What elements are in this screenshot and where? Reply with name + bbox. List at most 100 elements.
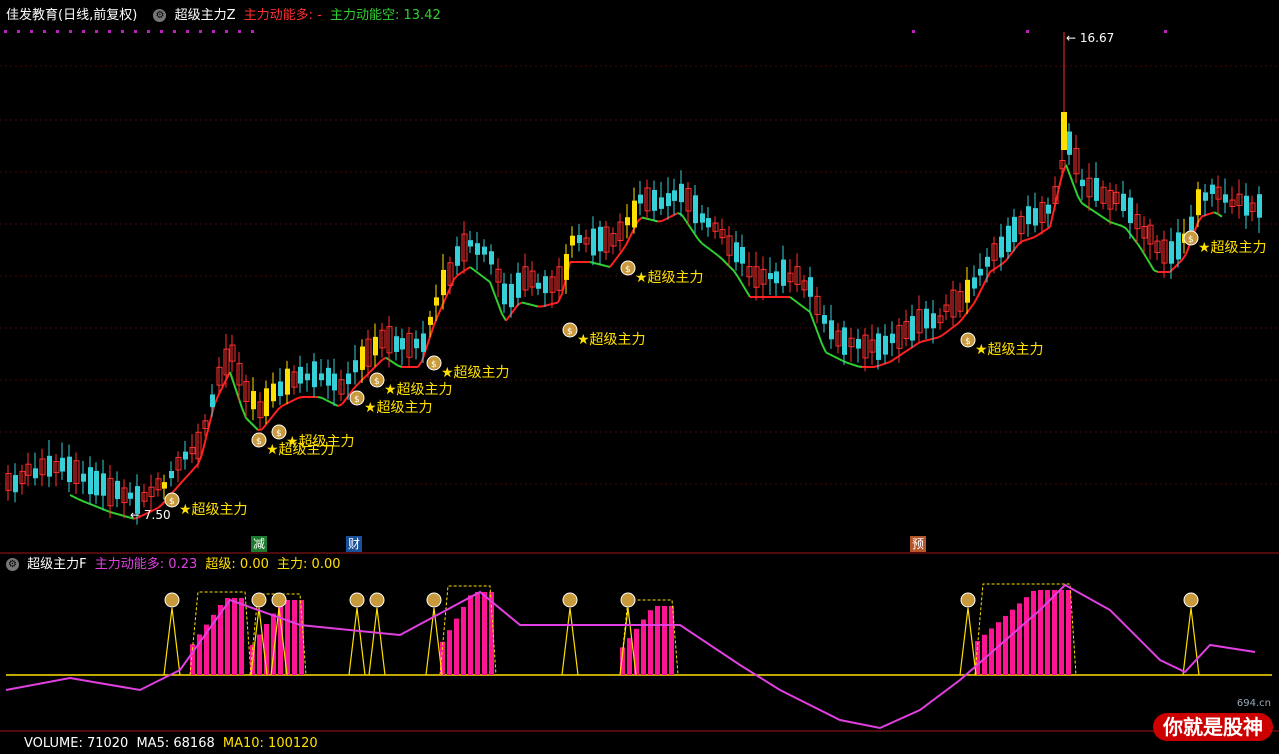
trend-line-segment <box>1001 259 1007 265</box>
candle-body <box>890 333 895 344</box>
candle-body <box>332 373 337 391</box>
trend-line-segment <box>801 305 807 310</box>
trend-line-segment <box>1153 269 1159 273</box>
sub-settings-icon[interactable]: ⚙ <box>6 558 19 571</box>
candle-body <box>883 335 888 355</box>
trend-line-segment <box>745 289 751 298</box>
candle-body <box>475 243 480 255</box>
candle-body <box>774 271 779 284</box>
trend-line-segment <box>109 511 115 515</box>
trend-line-segment <box>729 266 735 272</box>
trend-line-segment <box>645 217 651 221</box>
signal-spike <box>348 607 366 676</box>
candle-body <box>1196 189 1201 216</box>
trend-line-segment <box>489 281 495 294</box>
trend-line-segment <box>97 506 103 510</box>
marker-dot <box>69 30 72 33</box>
trend-line-segment <box>953 322 959 328</box>
trend-line-segment <box>849 362 855 366</box>
signal-label: ★超级主力 <box>975 342 1044 358</box>
trend-line-segment <box>457 271 463 276</box>
trend-line-segment <box>381 356 387 361</box>
marker-dot <box>160 30 163 33</box>
money-bag-icon <box>426 592 442 608</box>
ma5-label: MA5: <box>136 736 170 751</box>
trend-line-segment <box>173 485 179 492</box>
candle-body <box>33 468 38 479</box>
candle-body <box>740 247 745 264</box>
trend-line-segment <box>689 226 695 234</box>
money-bag-icon <box>960 592 976 608</box>
trend-line-segment <box>833 355 839 360</box>
trend-line-segment <box>641 216 647 220</box>
watermark-url: 694.cn <box>1236 698 1271 709</box>
trend-line-segment <box>505 314 511 322</box>
marker-dot <box>1164 30 1167 33</box>
candle-body <box>285 368 290 395</box>
candle-body <box>536 282 541 289</box>
trend-line-segment <box>93 504 99 509</box>
momentum-bar <box>1010 609 1015 675</box>
candle-body <box>706 218 711 228</box>
trend-line-segment <box>969 302 975 310</box>
candle-body <box>183 451 188 460</box>
trend-line-segment <box>517 301 523 306</box>
forecast-event-tag[interactable]: 预 <box>910 536 927 552</box>
candle-body <box>1128 197 1133 224</box>
trend-line-segment <box>669 214 675 218</box>
marker-dot <box>134 30 137 33</box>
chart-canvas[interactable]: ← 16.67← 7.50$ ★超级主力$ ★超级主力$ ★超级主力$ ★超级主力$ ★超… <box>0 0 1279 743</box>
volume-header: VOLUME: 71020 MA5: 68168 MA10: 100120 <box>0 734 322 754</box>
finance-event-tag[interactable]: 财 <box>346 536 363 552</box>
trend-line-segment <box>1073 185 1079 198</box>
trend-line-segment <box>1025 237 1031 241</box>
candle-body <box>693 195 698 224</box>
momentum-bar <box>292 600 297 675</box>
trend-line-segment <box>273 408 279 416</box>
candle-body <box>421 333 426 352</box>
main-chart-header: 佳发教育(日线,前复权) ⚙ 超级主力Z 主力动能多: - 主力动能空: 13.… <box>0 6 445 26</box>
momentum-bar <box>1059 590 1064 675</box>
money-bag-icon-glyph: $ <box>374 377 380 387</box>
trend-line-segment <box>853 364 859 368</box>
stock-title[interactable]: 佳发教育(日线,前复权) <box>6 8 137 23</box>
trend-line-segment <box>357 379 363 385</box>
money-bag-icon-glyph: $ <box>1188 235 1194 245</box>
reduce-event-tag[interactable]: 减 <box>251 536 268 552</box>
candle-body <box>638 194 643 204</box>
trend-line-segment <box>113 512 119 516</box>
candle-body <box>924 308 929 329</box>
settings-icon[interactable]: ⚙ <box>153 9 167 22</box>
candle-body <box>1121 193 1126 211</box>
trend-line-segment <box>265 418 271 426</box>
candle-body <box>734 242 739 263</box>
candle-body <box>128 492 133 499</box>
candle-body <box>60 457 65 472</box>
momentum-bar <box>655 606 660 675</box>
trend-line-segment <box>325 399 331 403</box>
marker-dot <box>121 30 124 33</box>
momentum-bar <box>232 598 237 675</box>
sub-long-label: 主力动能多: <box>94 557 165 572</box>
sub-super-value: 0.00 <box>239 557 269 572</box>
candle-body <box>1094 177 1099 201</box>
candle-body <box>271 383 276 402</box>
money-bag-icon-glyph: $ <box>256 437 262 447</box>
marker-dot <box>251 30 254 33</box>
trend-line-segment <box>945 328 951 334</box>
sub-chart-header: ⚙ 超级主力F 主力动能多: 0.23 超级: 0.00 主力: 0.00 <box>0 555 345 575</box>
trend-line-segment <box>829 353 835 358</box>
trend-line-segment <box>973 295 979 304</box>
indicator-name[interactable]: 超级主力Z <box>175 8 236 23</box>
ma5-value: 68168 <box>173 736 215 751</box>
sub-indicator-name[interactable]: 超级主力F <box>27 557 86 572</box>
candle-body <box>652 189 657 211</box>
candle-body <box>298 366 303 384</box>
trend-line-segment <box>337 403 343 407</box>
candle-body <box>1067 131 1072 155</box>
trend-line-segment <box>189 467 195 474</box>
trend-line-segment <box>673 212 679 216</box>
candle-body <box>1012 216 1017 243</box>
momentum-bar <box>454 618 459 675</box>
trend-line-segment <box>1209 211 1215 215</box>
